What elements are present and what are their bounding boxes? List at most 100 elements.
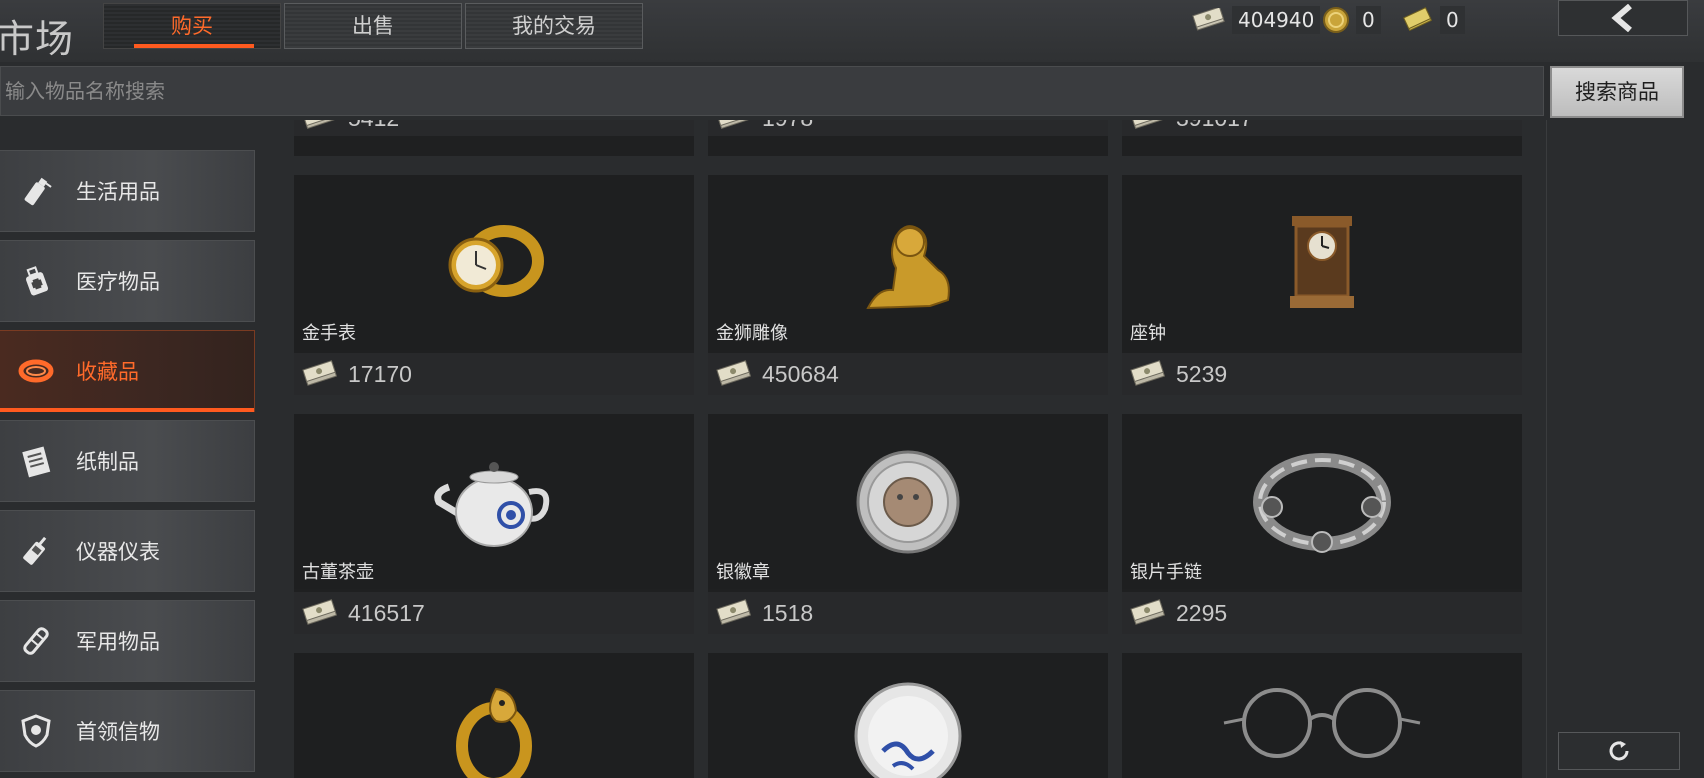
cash-stack-icon: [302, 360, 338, 386]
item-image: [708, 653, 1108, 778]
item-card[interactable]: 银片手链 2295: [1122, 414, 1522, 634]
price-bar: 416517: [294, 592, 694, 634]
refresh-button[interactable]: [1558, 732, 1680, 770]
item-grid: 5412 1978 391017 金手表 17170: [286, 120, 1546, 778]
item-card[interactable]: 1978: [708, 120, 1108, 156]
item-image: [294, 653, 694, 778]
item-card[interactable]: [294, 653, 694, 778]
sidebar-item-collectibles[interactable]: 收藏品: [0, 330, 255, 412]
price-bar: 391017: [1122, 120, 1522, 136]
price-bar: 2295: [1122, 592, 1522, 634]
item-card[interactable]: 391017: [1122, 120, 1522, 156]
page-title: 市场: [0, 17, 75, 61]
tab-sell[interactable]: 出售: [284, 3, 462, 49]
sidebar-item-medical[interactable]: 医疗物品: [0, 240, 255, 322]
glasses-icon: [1223, 688, 1421, 758]
item-price: 2295: [1176, 599, 1228, 626]
badge-shield-icon: [16, 711, 56, 751]
paper-icon: [16, 441, 56, 481]
voucher-balance: 0: [1402, 4, 1465, 36]
price-bar: 450684: [708, 353, 1108, 395]
teapot-icon: [434, 461, 550, 547]
item-price: 5239: [1176, 360, 1228, 387]
cash-stack-icon: [1130, 360, 1166, 386]
item-image: [1122, 175, 1522, 350]
cash-amount: 404940: [1232, 6, 1321, 34]
medical-bag-icon: [16, 261, 56, 301]
item-price: 450684: [762, 360, 839, 387]
item-card[interactable]: 银徽章 1518: [708, 414, 1108, 634]
item-price: 416517: [348, 599, 425, 626]
tab-buy[interactable]: 购买: [103, 3, 281, 49]
item-card[interactable]: 金狮雕像 450684: [708, 175, 1108, 395]
sidebar-item-label: 收藏品: [76, 360, 139, 384]
back-button[interactable]: [1558, 0, 1688, 36]
search-bar: [0, 66, 1549, 117]
sidebar-item-label: 生活用品: [76, 180, 160, 204]
sidebar-item-label: 仪器仪表: [76, 540, 160, 564]
price-bar: 5239: [1122, 353, 1522, 395]
silver-badge-icon: [856, 450, 960, 553]
item-name: 古董茶壶: [302, 562, 374, 583]
cash-stack-icon: [1130, 120, 1165, 129]
item-name: 金狮雕像: [716, 323, 788, 344]
category-sidebar: 生活用品 医疗物品 收藏品 纸制品 仪器仪表 军用物品 首领信物: [0, 120, 256, 778]
price-bar: 5412: [294, 120, 694, 136]
right-panel: [1546, 120, 1704, 778]
sidebar-item-label: 首领信物: [76, 720, 160, 744]
item-card[interactable]: 5412: [294, 120, 694, 156]
price-bar: 17170: [294, 353, 694, 395]
cash-stack-icon: [716, 360, 752, 386]
gold-ring-icon: [456, 687, 532, 778]
price-bar: 1518: [708, 592, 1108, 634]
cash-stack-icon: [716, 120, 751, 129]
search-input[interactable]: [1, 67, 1549, 117]
porcelain-plate-icon: [854, 682, 962, 778]
item-price: 1518: [762, 599, 814, 626]
refresh-icon: [1609, 741, 1629, 761]
sidebar-item-military[interactable]: 军用物品: [0, 600, 255, 682]
sidebar-item-label: 军用物品: [76, 630, 160, 654]
item-card[interactable]: [708, 653, 1108, 778]
cash-stack-icon: [302, 599, 338, 625]
sidebar-item-paper[interactable]: 纸制品: [0, 420, 255, 502]
mantel-clock-icon: [1290, 215, 1354, 308]
coin-amount: 0: [1356, 6, 1381, 34]
sidebar-item-boss-tokens[interactable]: 首领信物: [0, 690, 255, 772]
sidebar-item-label: 医疗物品: [76, 270, 160, 294]
sidebar-item-label: 纸制品: [76, 450, 139, 474]
cash-stack-icon: [716, 599, 752, 625]
walkie-talkie-icon: [16, 531, 56, 571]
item-card[interactable]: [1122, 653, 1522, 778]
item-price: 391017: [1176, 120, 1253, 132]
voucher-icon: [1403, 7, 1433, 32]
item-card[interactable]: 座钟 5239: [1122, 175, 1522, 395]
chevron-left-icon: [1611, 4, 1632, 32]
cash-balance: 404940: [1192, 4, 1321, 36]
ring-icon: [16, 351, 56, 391]
item-price: 17170: [348, 360, 412, 387]
search-button[interactable]: 搜索商品: [1550, 66, 1684, 118]
price-bar: 1978: [708, 120, 1108, 136]
item-name: 座钟: [1130, 323, 1166, 344]
item-image: [1122, 653, 1522, 778]
sidebar-item-daily-goods[interactable]: 生活用品: [0, 150, 255, 232]
tab-my-trades[interactable]: 我的交易: [465, 3, 643, 49]
military-gear-icon: [16, 621, 56, 661]
sidebar-item-instruments[interactable]: 仪器仪表: [0, 510, 255, 592]
cash-stack-icon: [1192, 8, 1225, 31]
item-card[interactable]: 金手表 17170: [294, 175, 694, 395]
gold-watch-icon: [448, 224, 544, 297]
coin-balance: 0: [1322, 4, 1381, 36]
item-card[interactable]: 古董茶壶 416517: [294, 414, 694, 634]
item-price: 1978: [762, 120, 813, 132]
item-name: 银片手链: [1130, 562, 1202, 583]
gold-lion-icon: [866, 224, 950, 309]
cash-stack-icon: [302, 120, 337, 129]
spray-bottle-icon: [16, 171, 56, 211]
item-price: 5412: [348, 120, 399, 132]
silver-bracelet-icon: [1253, 452, 1391, 553]
item-name: 银徽章: [716, 562, 770, 583]
cash-stack-icon: [1130, 599, 1166, 625]
voucher-amount: 0: [1440, 6, 1465, 34]
